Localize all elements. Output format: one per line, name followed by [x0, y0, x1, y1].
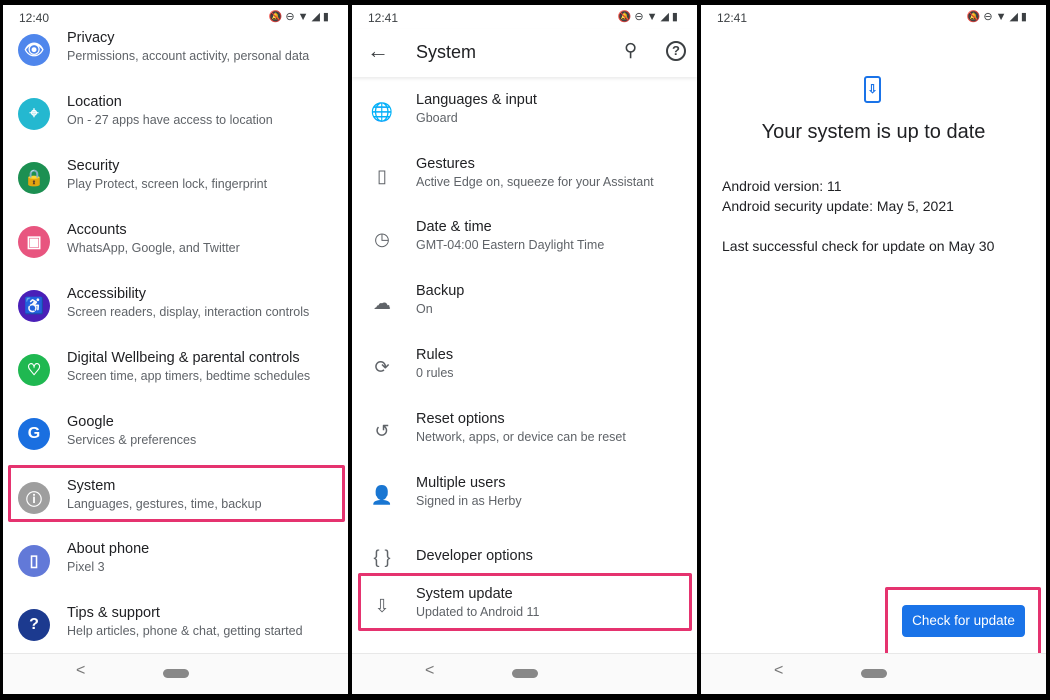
list-item-accessibility[interactable]: ♿ Accessibility Screen readers, display,… — [3, 286, 348, 346]
highlight-check-button — [885, 587, 1041, 656]
system-update-panel: 12:41 🔕⊖▼◢▮ ⇩ Your system is up to date … — [701, 5, 1046, 694]
clock: 12:41 — [368, 11, 399, 25]
item-title: Multiple users — [416, 475, 506, 491]
last-check: Last successful check for update on May … — [722, 238, 995, 254]
item-title: Developer options — [416, 548, 533, 564]
item-title: Accounts — [67, 222, 127, 238]
status-icons: 🔕⊖▼◢▮ — [617, 11, 681, 23]
toolbar: ← System ⚲ ? — [352, 29, 697, 77]
back-arrow-icon[interactable]: ← — [367, 38, 389, 64]
item-subtitle: Signed in as Herby — [416, 494, 522, 508]
item-subtitle: Gboard — [416, 111, 458, 125]
account-icon: ▣ — [18, 226, 50, 258]
list-item-date-time[interactable]: ◷ Date & time GMT-04:00 Eastern Daylight… — [352, 219, 697, 279]
security-update: Android security update: May 5, 2021 — [722, 198, 954, 214]
nav-bar: < — [3, 653, 348, 694]
location-pin-icon: ⌖ — [18, 98, 50, 130]
globe-icon: 🌐 — [370, 101, 394, 122]
item-subtitle: Permissions, account activity, personal … — [67, 49, 310, 63]
item-subtitle: 0 rules — [416, 366, 454, 380]
google-g-icon: G — [18, 418, 50, 450]
android-version: Android version: 11 — [722, 178, 842, 194]
item-subtitle: Play Protect, screen lock, fingerprint — [67, 177, 268, 191]
item-title: Backup — [416, 283, 465, 299]
item-subtitle: Screen time, app timers, bedtime schedul… — [67, 369, 311, 383]
braces-icon: { } — [373, 546, 391, 567]
home-nav-button[interactable] — [512, 669, 538, 678]
item-title: About phone — [67, 541, 150, 557]
item-subtitle: Help articles, phone & chat, getting sta… — [67, 624, 303, 638]
clock: 12:40 — [19, 11, 50, 25]
cloud-upload-icon: ☁ — [373, 292, 391, 313]
item-title: Privacy — [67, 30, 115, 46]
item-title: Accessibility — [67, 286, 146, 302]
nav-bar: < — [701, 653, 1046, 694]
item-subtitle: Screen readers, display, interaction con… — [67, 305, 310, 319]
highlight-system-update — [358, 573, 692, 631]
list-item-security[interactable]: 🔒 Security Play Protect, screen lock, fi… — [3, 158, 348, 218]
item-title: Reset options — [416, 411, 505, 427]
help-icon[interactable]: ? — [666, 41, 686, 61]
item-subtitle: Active Edge on, squeeze for your Assista… — [416, 175, 654, 189]
back-nav-icon[interactable]: < — [76, 662, 85, 680]
status-icons: 🔕⊖▼◢▮ — [268, 11, 332, 23]
item-title: Date & time — [416, 219, 492, 235]
history-icon: ↺ — [374, 420, 390, 441]
nav-bar: < — [352, 653, 697, 694]
list-item-accounts[interactable]: ▣ Accounts WhatsApp, Google, and Twitter — [3, 222, 348, 282]
status-bar: 12:41 🔕⊖▼◢▮ — [352, 9, 697, 29]
update-status-title: Your system is up to date — [761, 121, 986, 143]
phone-info-icon: ▯ — [18, 545, 50, 577]
item-subtitle: GMT-04:00 Eastern Daylight Time — [416, 238, 605, 252]
page-title: System — [416, 42, 477, 62]
privacy-eye-icon: 👁 — [18, 34, 50, 66]
list-item-rules[interactable]: ⟳ Rules 0 rules — [352, 347, 697, 407]
item-title: Tips & support — [67, 605, 160, 621]
item-subtitle: Pixel 3 — [67, 560, 105, 574]
rules-icon: ⟳ — [374, 356, 390, 377]
item-subtitle: On — [416, 302, 433, 316]
system-panel: 12:41 🔕⊖▼◢▮ ← System ⚲ ? 🌐 Languages & i… — [352, 5, 697, 694]
item-subtitle: Network, apps, or device can be reset — [416, 430, 626, 444]
lock-icon: 🔒 — [18, 162, 50, 194]
item-title: Security — [67, 158, 120, 174]
gestures-phone-icon: ▯ — [377, 165, 387, 186]
item-subtitle: On - 27 apps have access to location — [67, 113, 273, 127]
system-update-icon: ⇩ — [864, 76, 881, 103]
list-item-digital-wellbeing-parental-controls[interactable]: ♡ Digital Wellbeing & parental controls … — [3, 350, 348, 410]
item-title: Languages & input — [416, 92, 537, 108]
list-item-location[interactable]: ⌖ Location On - 27 apps have access to l… — [3, 94, 348, 154]
clock-icon: ◷ — [374, 228, 390, 249]
wellbeing-heart-icon: ♡ — [18, 354, 50, 386]
home-nav-button[interactable] — [163, 669, 189, 678]
highlight-system — [8, 465, 345, 522]
status-icons: 🔕⊖▼◢▮ — [966, 11, 1030, 23]
home-nav-button[interactable] — [861, 669, 887, 678]
list-item-multiple-users[interactable]: 👤 Multiple users Signed in as Herby — [352, 475, 697, 535]
search-icon[interactable]: ⚲ — [624, 40, 637, 61]
back-nav-icon[interactable]: < — [425, 662, 434, 680]
clock: 12:41 — [717, 11, 748, 25]
status-bar: 12:41 🔕⊖▼◢▮ — [701, 9, 1046, 29]
help-icon: ? — [18, 609, 50, 641]
item-title: Gestures — [416, 156, 475, 172]
item-title: Google — [67, 414, 114, 430]
back-nav-icon[interactable]: < — [774, 662, 783, 680]
person-icon: 👤 — [370, 484, 394, 505]
status-bar: 12:40 🔕⊖▼◢▮ — [3, 9, 348, 29]
list-item-backup[interactable]: ☁ Backup On — [352, 283, 697, 343]
list-item-gestures[interactable]: ▯ Gestures Active Edge on, squeeze for y… — [352, 156, 697, 216]
list-item-about-phone[interactable]: ▯ About phone Pixel 3 — [3, 541, 348, 601]
list-item-languages-input[interactable]: 🌐 Languages & input Gboard — [352, 92, 697, 152]
item-title: Digital Wellbeing & parental controls — [67, 350, 300, 366]
item-title: Rules — [416, 347, 454, 363]
list-item-privacy[interactable]: 👁 Privacy Permissions, account activity,… — [3, 30, 348, 90]
item-subtitle: WhatsApp, Google, and Twitter — [67, 241, 240, 255]
item-title: Location — [67, 94, 122, 110]
list-item-reset-options[interactable]: ↺ Reset options Network, apps, or device… — [352, 411, 697, 471]
item-subtitle: Services & preferences — [67, 433, 197, 447]
settings-panel: 12:40 🔕⊖▼◢▮ 👁 Privacy Permissions, accou… — [3, 5, 348, 694]
accessibility-icon: ♿ — [18, 290, 50, 322]
